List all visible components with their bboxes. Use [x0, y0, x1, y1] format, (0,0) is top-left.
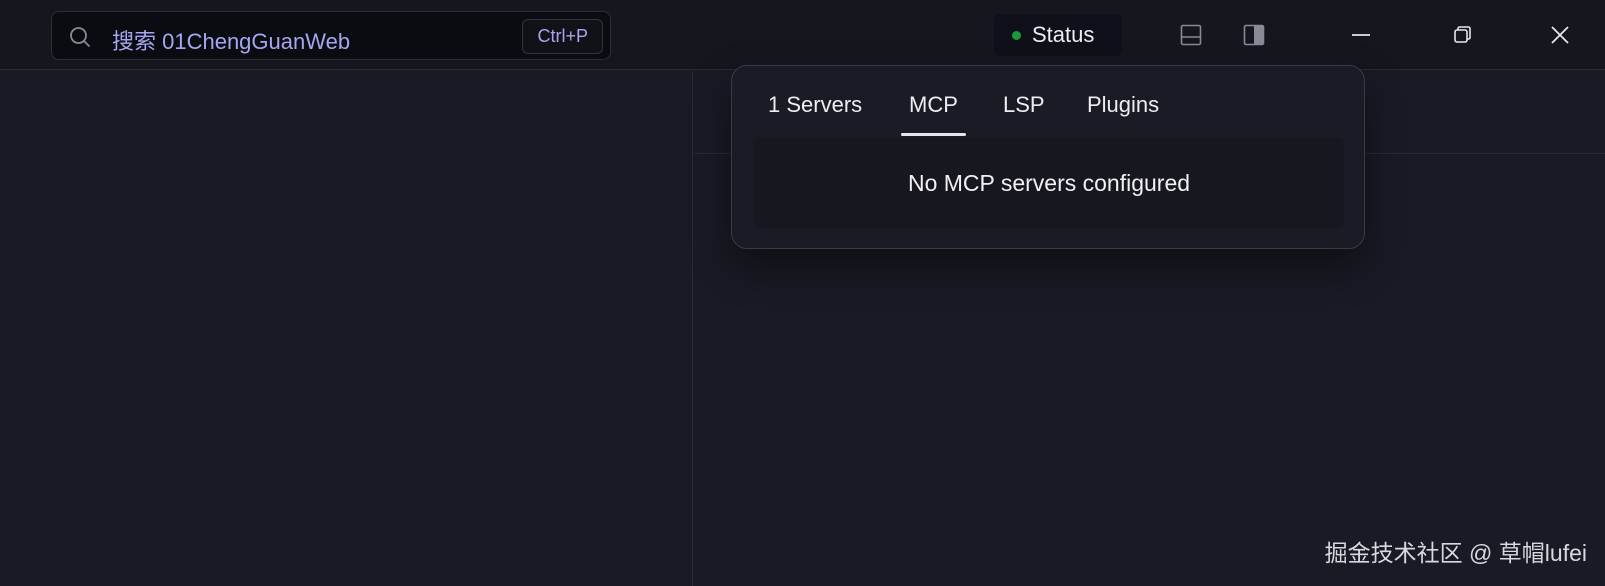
watermark: 掘金技术社区 @ 草帽lufei	[1324, 540, 1587, 566]
search-shortcut-badge: Ctrl+P	[522, 19, 603, 54]
tab-plugins[interactable]: Plugins	[1087, 92, 1159, 118]
title-bar: 搜索 01ChengGuanWeb Ctrl+P Status	[0, 0, 1605, 70]
tab-mcp[interactable]: MCP	[909, 92, 958, 118]
panel-right-icon[interactable]	[1242, 23, 1266, 47]
tab-lsp[interactable]: LSP	[1003, 92, 1045, 118]
search-placeholder: 搜索 01ChengGuanWeb	[112, 29, 351, 54]
mcp-servers-panel: No MCP servers configured	[754, 138, 1344, 228]
status-indicator-dot	[1012, 31, 1021, 40]
panel-bottom-icon[interactable]	[1179, 23, 1203, 47]
active-tab-indicator	[901, 133, 966, 136]
search-box[interactable]: 搜索 01ChengGuanWeb Ctrl+P	[51, 11, 611, 60]
close-icon[interactable]	[1542, 17, 1578, 53]
status-label: Status	[1032, 22, 1095, 47]
restore-icon[interactable]	[1444, 17, 1480, 53]
minimize-icon[interactable]	[1343, 17, 1379, 53]
empty-state-message: No MCP servers configured	[907, 169, 1191, 196]
status-button[interactable]: Status	[994, 14, 1122, 56]
left-pane	[0, 71, 693, 586]
search-icon	[70, 27, 91, 48]
status-popover-tabs: 1 Servers MCP LSP Plugins	[732, 66, 1364, 136]
status-popover: 1 Servers MCP LSP Plugins No MCP servers…	[731, 65, 1365, 249]
tab-servers[interactable]: 1 Servers	[768, 92, 862, 118]
